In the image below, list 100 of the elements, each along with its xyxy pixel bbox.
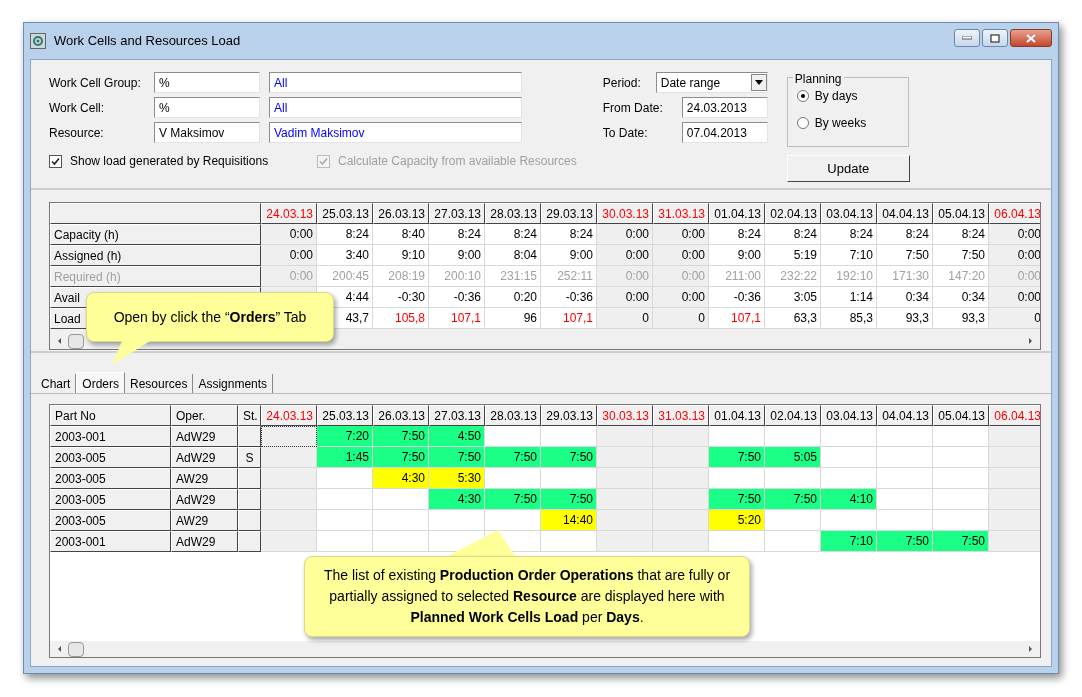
tab[interactable]: Orders <box>76 372 126 394</box>
code-field[interactable]: V Maksimov <box>154 122 260 143</box>
load-cell <box>653 489 709 510</box>
period-dropdown[interactable]: Date range <box>655 72 768 93</box>
value-cell: 8:40 <box>373 224 429 245</box>
value-cell: 0:00 <box>261 245 317 266</box>
load-cell <box>541 531 597 552</box>
scrollbar-thumb[interactable] <box>68 641 84 657</box>
name-field[interactable]: All <box>269 97 522 118</box>
load-cell <box>989 426 1040 447</box>
radio-button[interactable] <box>796 90 809 102</box>
radio-label: By days <box>814 88 858 105</box>
checkbox-label: Calculate Capacity from available Resources <box>338 153 577 170</box>
name-field[interactable]: All <box>269 72 522 93</box>
date-header: 04.04.13 <box>877 203 933 224</box>
date-header: 02.04.13 <box>765 203 821 224</box>
restore-icon <box>990 33 1000 43</box>
date-header: 05.04.13 <box>933 203 989 224</box>
date-header: 27.03.13 <box>429 203 485 224</box>
value-cell: 0 <box>597 308 653 329</box>
date-header: 30.03.13 <box>597 203 653 224</box>
status-cell <box>238 489 261 510</box>
value-cell: 9:00 <box>429 245 485 266</box>
dropdown-arrow-icon <box>754 80 763 85</box>
load-cell <box>653 510 709 531</box>
date-field[interactable]: 07.04.2013 <box>681 122 768 143</box>
field-label: Work Cell Group: <box>49 74 142 92</box>
value-cell: 0:00 <box>989 266 1040 287</box>
load-cell <box>373 489 429 510</box>
value-cell: 7:50 <box>877 245 933 266</box>
load-cell <box>709 531 765 552</box>
date-header: 01.04.13 <box>709 203 765 224</box>
load-cell <box>877 468 933 489</box>
load-cell <box>429 510 485 531</box>
value-cell: 85,3 <box>821 308 877 329</box>
load-cell: 7:50 <box>541 447 597 468</box>
value-cell: 192:10 <box>821 266 877 287</box>
part-number-cell: 2003-005 <box>50 447 171 468</box>
maximize-button[interactable] <box>982 29 1008 47</box>
load-cell <box>877 447 933 468</box>
value-cell: 93,3 <box>877 308 933 329</box>
status-cell <box>238 531 261 552</box>
load-cell: 1:45 <box>317 447 373 468</box>
load-cell <box>541 468 597 489</box>
code-field[interactable]: % <box>154 72 260 93</box>
window-title: Work Cells and Resources Load <box>54 32 241 51</box>
load-cell <box>709 426 765 447</box>
value-cell: 0:00 <box>653 266 709 287</box>
close-button[interactable] <box>1010 29 1052 47</box>
operation-cell: AdW29 <box>171 426 238 447</box>
load-cell: 7:50 <box>709 447 765 468</box>
date-header: 26.03.13 <box>373 203 429 224</box>
name-field[interactable]: Vadim Maksimov <box>269 122 522 143</box>
value-cell: 0 <box>653 308 709 329</box>
date-header: 03.04.13 <box>821 203 877 224</box>
value-cell: 8:24 <box>709 224 765 245</box>
value-cell: 8:24 <box>821 224 877 245</box>
load-cell <box>933 489 989 510</box>
load-cell: 7:50 <box>709 489 765 510</box>
value-cell: 0:00 <box>597 266 653 287</box>
value-cell: 0:00 <box>989 245 1040 266</box>
load-cell <box>261 468 317 489</box>
radio-button[interactable] <box>796 117 809 129</box>
load-cell: 7:50 <box>429 447 485 468</box>
load-cell: 7:50 <box>485 447 541 468</box>
row-label: Capacity (h) <box>50 224 261 245</box>
value-cell: 105,8 <box>373 308 429 329</box>
minimize-button[interactable] <box>954 29 980 47</box>
update-button[interactable]: Update <box>786 155 910 182</box>
date-header: 06.04.13 <box>989 405 1040 426</box>
app-icon <box>30 33 46 49</box>
minimize-icon <box>962 36 972 40</box>
value-cell: 0:00 <box>653 224 709 245</box>
value-cell: 0:00 <box>597 287 653 308</box>
load-cell <box>653 531 709 552</box>
load-cell <box>597 447 653 468</box>
load-cell <box>261 489 317 510</box>
value-cell: 0:00 <box>261 266 317 287</box>
date-header: 27.03.13 <box>429 405 485 426</box>
load-cell <box>261 447 317 468</box>
load-cell <box>989 510 1040 531</box>
checkbox[interactable] <box>49 154 62 168</box>
date-header: 28.03.13 <box>485 203 541 224</box>
load-cell <box>597 489 653 510</box>
date-header: 06.04.13 <box>989 203 1040 224</box>
value-cell: 7:50 <box>933 245 989 266</box>
load-cell: 7:50 <box>373 426 429 447</box>
value-cell: 252:11 <box>541 266 597 287</box>
load-cell: 5:30 <box>429 468 485 489</box>
value-cell: 0:00 <box>597 245 653 266</box>
load-cell <box>597 468 653 489</box>
value-cell: 0:34 <box>933 287 989 308</box>
date-field[interactable]: 24.03.2013 <box>681 97 768 118</box>
value-cell: 9:00 <box>709 245 765 266</box>
scrollbar-thumb[interactable] <box>68 333 84 349</box>
load-cell <box>877 489 933 510</box>
value-cell: 63,3 <box>765 308 821 329</box>
operation-cell: AdW29 <box>171 447 238 468</box>
date-header: 25.03.13 <box>317 203 373 224</box>
code-field[interactable]: % <box>154 97 260 118</box>
